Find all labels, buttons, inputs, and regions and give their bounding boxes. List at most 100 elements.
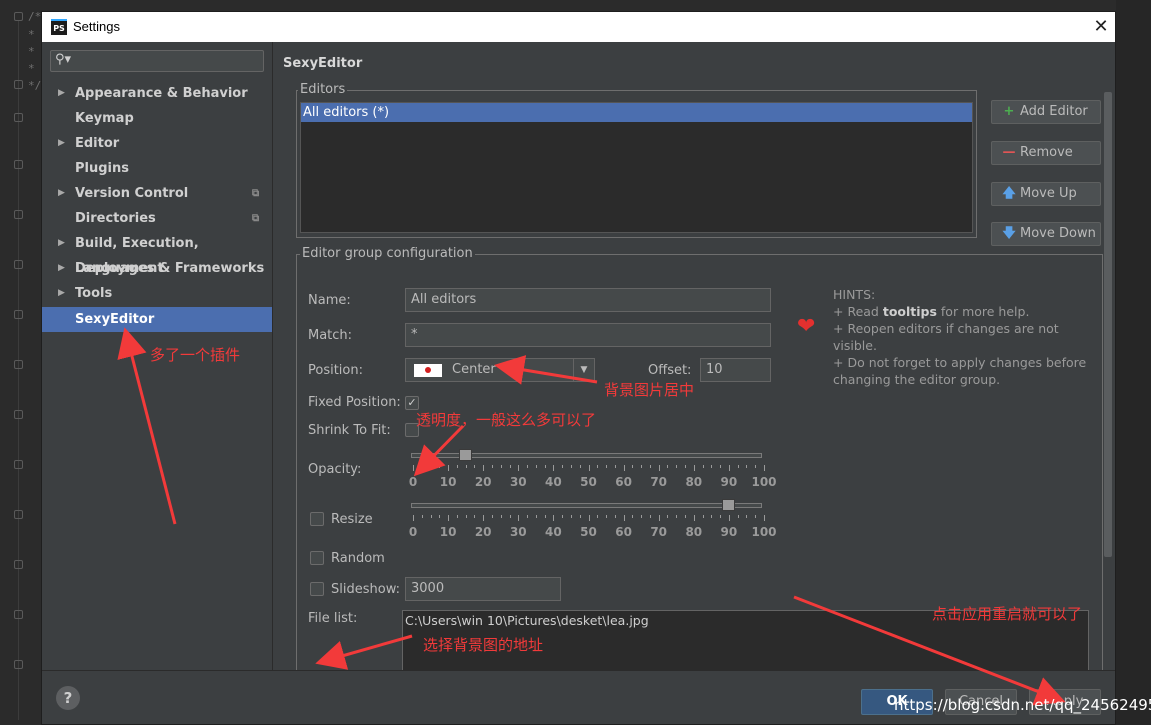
slider-tick-label: 30 (509, 475, 527, 489)
resize-checkbox[interactable] (310, 512, 324, 526)
slider-tick-label: 20 (474, 475, 492, 489)
slider-minor-tick (430, 465, 432, 468)
fold-marker-icon (14, 80, 23, 89)
sidebar-item-appearance[interactable]: ▶ Appearance & Behavior (42, 81, 272, 106)
fixed-position-checkbox[interactable]: ✓ (405, 396, 419, 410)
name-field[interactable]: All editors (405, 288, 771, 312)
slider-minor-tick (509, 465, 511, 468)
hint-bold: tooltips (882, 304, 937, 319)
watermark: https://blog.csdn.net/qq_24562495 (894, 696, 1151, 714)
slider-minor-tick (430, 515, 432, 518)
random-checkbox[interactable] (310, 551, 324, 565)
slider-tick (623, 515, 625, 521)
slider-minor-tick (421, 515, 423, 518)
code-line: * (28, 62, 35, 75)
slider-minor-tick (711, 465, 713, 468)
slider-minor-tick (535, 515, 537, 518)
slider-thumb[interactable] (721, 499, 735, 511)
project-settings-icon: ⧉ (252, 213, 260, 224)
slider-minor-tick (720, 465, 722, 468)
slider-minor-tick (737, 465, 739, 468)
remove-button[interactable]: — Remove (991, 141, 1101, 165)
sidebar-item-languages[interactable]: ▶ Languages & Frameworks (42, 256, 272, 281)
settings-content: SexyEditor Editors All editors (*) + Add … (274, 42, 1115, 670)
slider-minor-tick (509, 515, 511, 518)
slider-minor-tick (500, 515, 502, 518)
slider-minor-tick (746, 465, 748, 468)
slider-minor-tick (597, 515, 599, 518)
slider-tick (448, 515, 450, 521)
slider-tick (553, 465, 555, 471)
help-button[interactable]: ? (56, 686, 80, 710)
sidebar-item-label: Editor (75, 136, 120, 151)
slider-tick-label: 40 (545, 475, 562, 489)
sidebar-item-version-control[interactable]: ▶ Version Control ⧉ (42, 181, 272, 206)
add-editor-button[interactable]: + Add Editor (991, 100, 1101, 124)
arrow-down-icon: 🡇 (1002, 226, 1016, 241)
expand-arrow-icon: ▶ (58, 263, 65, 273)
slider-tick-label: 70 (650, 475, 668, 489)
hint-text: for more help. (936, 304, 1030, 319)
sidebar-item-sexyeditor[interactable]: SexyEditor (42, 307, 272, 332)
slider-minor-tick (421, 465, 423, 468)
code-line: * (28, 28, 35, 41)
offset-label: Offset: (648, 363, 692, 378)
title-bar[interactable]: PS Settings ✕ (42, 12, 1115, 42)
sidebar-item-label: SexyEditor (75, 312, 155, 327)
fold-marker-icon (14, 360, 23, 369)
slider-minor-tick (737, 515, 739, 518)
slider-minor-tick (491, 515, 493, 518)
slider-tick-label: 100 (751, 525, 777, 539)
search-input[interactable]: ⚲▾ (50, 50, 264, 72)
slider-tick-label: 40 (545, 525, 562, 539)
offset-field[interactable]: 10 (700, 358, 771, 382)
vertical-scrollbar[interactable] (1104, 92, 1112, 557)
sidebar-item-tools[interactable]: ▶ Tools (42, 281, 272, 306)
close-icon[interactable]: ✕ (1090, 15, 1112, 39)
slider-minor-tick (676, 465, 678, 468)
slider-minor-tick (632, 515, 634, 518)
slider-tick-label: 80 (685, 525, 703, 539)
sidebar-item-label: Languages & Frameworks (75, 261, 265, 276)
list-item[interactable]: All editors (*) (301, 103, 972, 122)
sidebar-item-directories[interactable]: Directories ⧉ (42, 206, 272, 231)
slider-minor-tick (641, 465, 643, 468)
sidebar-item-plugins[interactable]: Plugins (42, 156, 272, 181)
sidebar-item-label: Directories (75, 211, 156, 226)
random-label: Random (331, 551, 385, 566)
button-label: Move Down (1020, 226, 1096, 241)
code-line: * (28, 45, 35, 58)
move-down-button[interactable]: 🡇 Move Down (991, 222, 1101, 246)
slider-tick (693, 465, 695, 471)
slider-tick-label: 0 (408, 525, 418, 539)
slider-tick-label: 30 (509, 525, 527, 539)
position-select[interactable]: Center ▼ (405, 358, 595, 382)
project-settings-icon: ⧉ (252, 188, 260, 199)
sidebar-item-editor[interactable]: ▶ Editor (42, 131, 272, 156)
match-field[interactable]: * (405, 323, 771, 347)
sidebar-item-label: Appearance & Behavior (75, 86, 248, 101)
slider-minor-tick (562, 465, 564, 468)
editors-list[interactable]: All editors (*) (300, 102, 973, 233)
slideshow-field[interactable]: 3000 (405, 577, 561, 601)
annotation-apply: 点击应用重启就可以了 (932, 605, 1083, 623)
slideshow-checkbox[interactable] (310, 582, 324, 596)
chevron-down-icon[interactable]: ▼ (573, 359, 594, 381)
sidebar-item-build[interactable]: ▶ Build, Execution, Deployment (42, 231, 272, 276)
slider-minor-tick (439, 465, 441, 468)
slider-thumb[interactable] (458, 449, 472, 461)
move-up-button[interactable]: 🡅 Move Up (991, 182, 1101, 206)
slider-minor-tick (667, 465, 669, 468)
slider-tick-label: 60 (615, 525, 632, 539)
expand-arrow-icon: ▶ (58, 88, 65, 98)
slider-minor-tick (527, 515, 529, 518)
slider-minor-tick (474, 465, 476, 468)
slider-minor-tick (597, 465, 599, 468)
slider-minor-tick (641, 515, 643, 518)
sidebar-item-keymap[interactable]: Keymap (42, 106, 272, 131)
slider-minor-tick (685, 465, 687, 468)
fold-marker-icon (14, 560, 23, 569)
slider-minor-tick (570, 465, 572, 468)
phpstorm-logo-icon: PS (51, 19, 67, 35)
slider-track (411, 503, 762, 508)
